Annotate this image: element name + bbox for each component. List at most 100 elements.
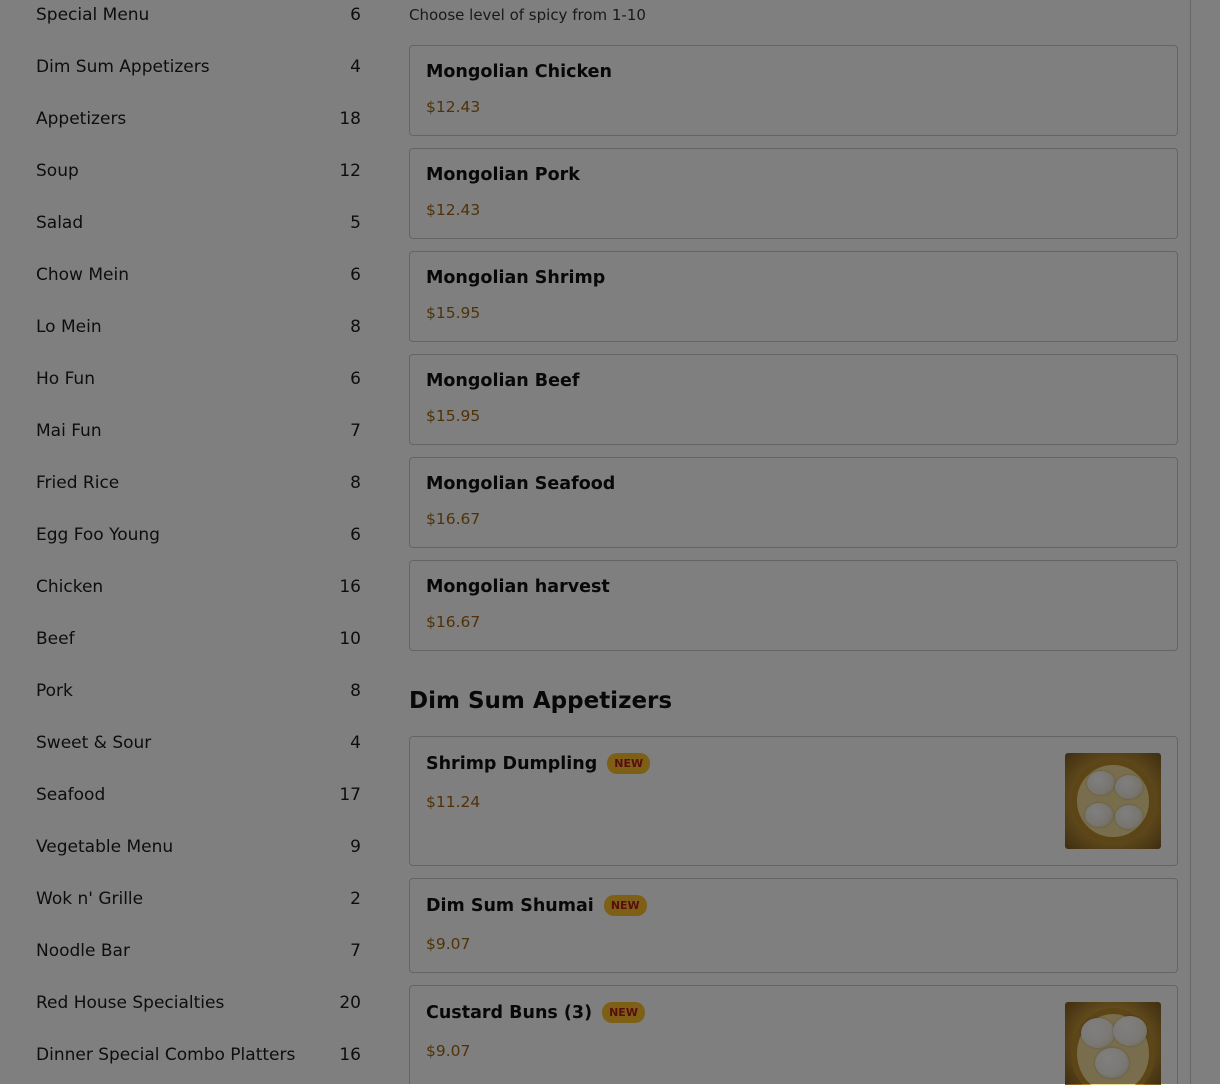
menu-item-card[interactable]: Mongolian Pork $12.43 <box>409 148 1178 239</box>
menu-item-card[interactable]: Dim Sum Shumai NEW $9.07 <box>409 878 1178 973</box>
category-egg-foo-young[interactable]: Egg Foo Young 6 <box>36 520 361 550</box>
item-price: $11.24 <box>426 793 481 811</box>
category-appetizers[interactable]: Appetizers 18 <box>36 104 361 134</box>
item-name: Mongolian Pork <box>426 165 580 185</box>
item-name: Mongolian Seafood <box>426 474 616 494</box>
category-label: Appetizers <box>36 109 127 129</box>
category-count: 6 <box>350 369 361 389</box>
category-chow-mein[interactable]: Chow Mein 6 <box>36 260 361 290</box>
category-count: 8 <box>350 317 361 337</box>
category-beef[interactable]: Beef 10 <box>36 624 361 654</box>
category-count: 17 <box>339 785 361 805</box>
category-label: Red House Specialties <box>36 993 225 1013</box>
category-count: 7 <box>350 421 361 441</box>
category-lo-mein[interactable]: Lo Mein 8 <box>36 312 361 342</box>
category-dim-sum-appetizers[interactable]: Dim Sum Appetizers 4 <box>36 52 361 82</box>
item-name-row: Shrimp Dumpling NEW <box>426 753 651 774</box>
item-price: $12.43 <box>426 98 481 116</box>
category-label: Sweet & Sour <box>36 733 152 753</box>
dumpling-shape <box>1115 775 1143 799</box>
item-price: $9.07 <box>426 935 471 953</box>
steamer-basket <box>1071 759 1155 843</box>
category-count: 5 <box>350 213 361 233</box>
category-seafood[interactable]: Seafood 17 <box>36 780 361 810</box>
item-price: $9.07 <box>426 1042 471 1060</box>
item-name-row: Dim Sum Shumai NEW <box>426 895 647 916</box>
custard-buns-photo <box>1065 1002 1161 1085</box>
new-badge: NEW <box>602 1002 645 1023</box>
new-badge: NEW <box>607 753 651 774</box>
category-count: 8 <box>350 681 361 701</box>
dumpling-shape <box>1115 805 1143 829</box>
bun-shape <box>1113 1016 1147 1046</box>
item-name: Dim Sum Shumai <box>426 895 594 916</box>
category-dinner-special-combo-platters[interactable]: Dinner Special Combo Platters 16 <box>36 1040 361 1070</box>
category-count: 20 <box>339 993 361 1013</box>
bun-shape <box>1095 1048 1129 1078</box>
menu-item-card[interactable]: Mongolian Shrimp $15.95 <box>409 251 1178 342</box>
category-label: Dinner Special Combo Platters <box>36 1045 296 1065</box>
item-name: Mongolian Shrimp <box>426 268 606 288</box>
category-salad[interactable]: Salad 5 <box>36 208 361 238</box>
item-name-row: Custard Buns (3) NEW <box>426 1002 645 1023</box>
category-sweet-sour[interactable]: Sweet & Sour 4 <box>36 728 361 758</box>
category-sidebar: Special Menu 6 Dim Sum Appetizers 4 Appe… <box>0 0 385 1084</box>
menu-item-card[interactable]: Custard Buns (3) NEW $9.07 <box>409 985 1178 1085</box>
category-vegetable-menu[interactable]: Vegetable Menu 9 <box>36 832 361 862</box>
item-name: Mongolian Beef <box>426 371 580 391</box>
dumpling-shape <box>1087 771 1115 795</box>
menu-item-card[interactable]: Shrimp Dumpling NEW $11.24 <box>409 736 1178 866</box>
category-label: Chicken <box>36 577 104 597</box>
category-count: 16 <box>339 1045 361 1065</box>
category-noodle-bar[interactable]: Noodle Bar 7 <box>36 936 361 966</box>
category-mai-fun[interactable]: Mai Fun 7 <box>36 416 361 446</box>
item-price: $16.67 <box>426 613 481 631</box>
item-name: Custard Buns (3) <box>426 1002 593 1023</box>
category-label: Fried Rice <box>36 473 120 493</box>
category-fried-rice[interactable]: Fried Rice 8 <box>36 468 361 498</box>
item-price: $16.67 <box>426 510 481 528</box>
category-label: Beef <box>36 629 75 649</box>
item-name: Mongolian Chicken <box>426 62 612 82</box>
content-divider <box>1190 0 1191 1084</box>
category-count: 4 <box>350 57 361 77</box>
menu-item-card[interactable]: Mongolian harvest $16.67 <box>409 560 1178 651</box>
category-special-menu[interactable]: Special Menu 6 <box>36 0 361 30</box>
menu-item-card[interactable]: Mongolian Chicken $12.43 <box>409 45 1178 136</box>
category-label: Vegetable Menu <box>36 837 174 857</box>
bun-shape <box>1081 1018 1115 1048</box>
menu-item-card[interactable]: Mongolian Beef $15.95 <box>409 354 1178 445</box>
dumpling-shape <box>1085 803 1113 827</box>
category-label: Pork <box>36 681 73 701</box>
category-count: 6 <box>350 5 361 25</box>
category-chicken[interactable]: Chicken 16 <box>36 572 361 602</box>
category-label: Egg Foo Young <box>36 525 160 545</box>
category-ho-fun[interactable]: Ho Fun 6 <box>36 364 361 394</box>
category-count: 12 <box>339 161 361 181</box>
shrimp-dumpling-photo <box>1065 753 1161 849</box>
category-count: 8 <box>350 473 361 493</box>
category-count: 9 <box>350 837 361 857</box>
category-count: 16 <box>339 577 361 597</box>
category-label: Wok n' Grille <box>36 889 144 909</box>
new-badge: NEW <box>603 895 647 916</box>
category-label: Dim Sum Appetizers <box>36 57 210 77</box>
category-wok-n-grille[interactable]: Wok n' Grille 2 <box>36 884 361 914</box>
menu-content: Choose level of spicy from 1-10 Mongolia… <box>409 0 1180 1085</box>
category-label: Ho Fun <box>36 369 95 389</box>
category-count: 2 <box>350 889 361 909</box>
item-name: Shrimp Dumpling <box>426 753 598 774</box>
category-label: Mai Fun <box>36 421 102 441</box>
category-label: Special Menu <box>36 5 150 25</box>
category-red-house-specialties[interactable]: Red House Specialties 20 <box>36 988 361 1018</box>
menu-item-card[interactable]: Mongolian Seafood $16.67 <box>409 457 1178 548</box>
category-pork[interactable]: Pork 8 <box>36 676 361 706</box>
item-name: Mongolian harvest <box>426 577 610 597</box>
category-count: 4 <box>350 733 361 753</box>
category-label: Soup <box>36 161 79 181</box>
category-count: 18 <box>339 109 361 129</box>
category-label: Noodle Bar <box>36 941 130 961</box>
category-soup[interactable]: Soup 12 <box>36 156 361 186</box>
category-count: 6 <box>350 265 361 285</box>
category-label: Salad <box>36 213 84 233</box>
